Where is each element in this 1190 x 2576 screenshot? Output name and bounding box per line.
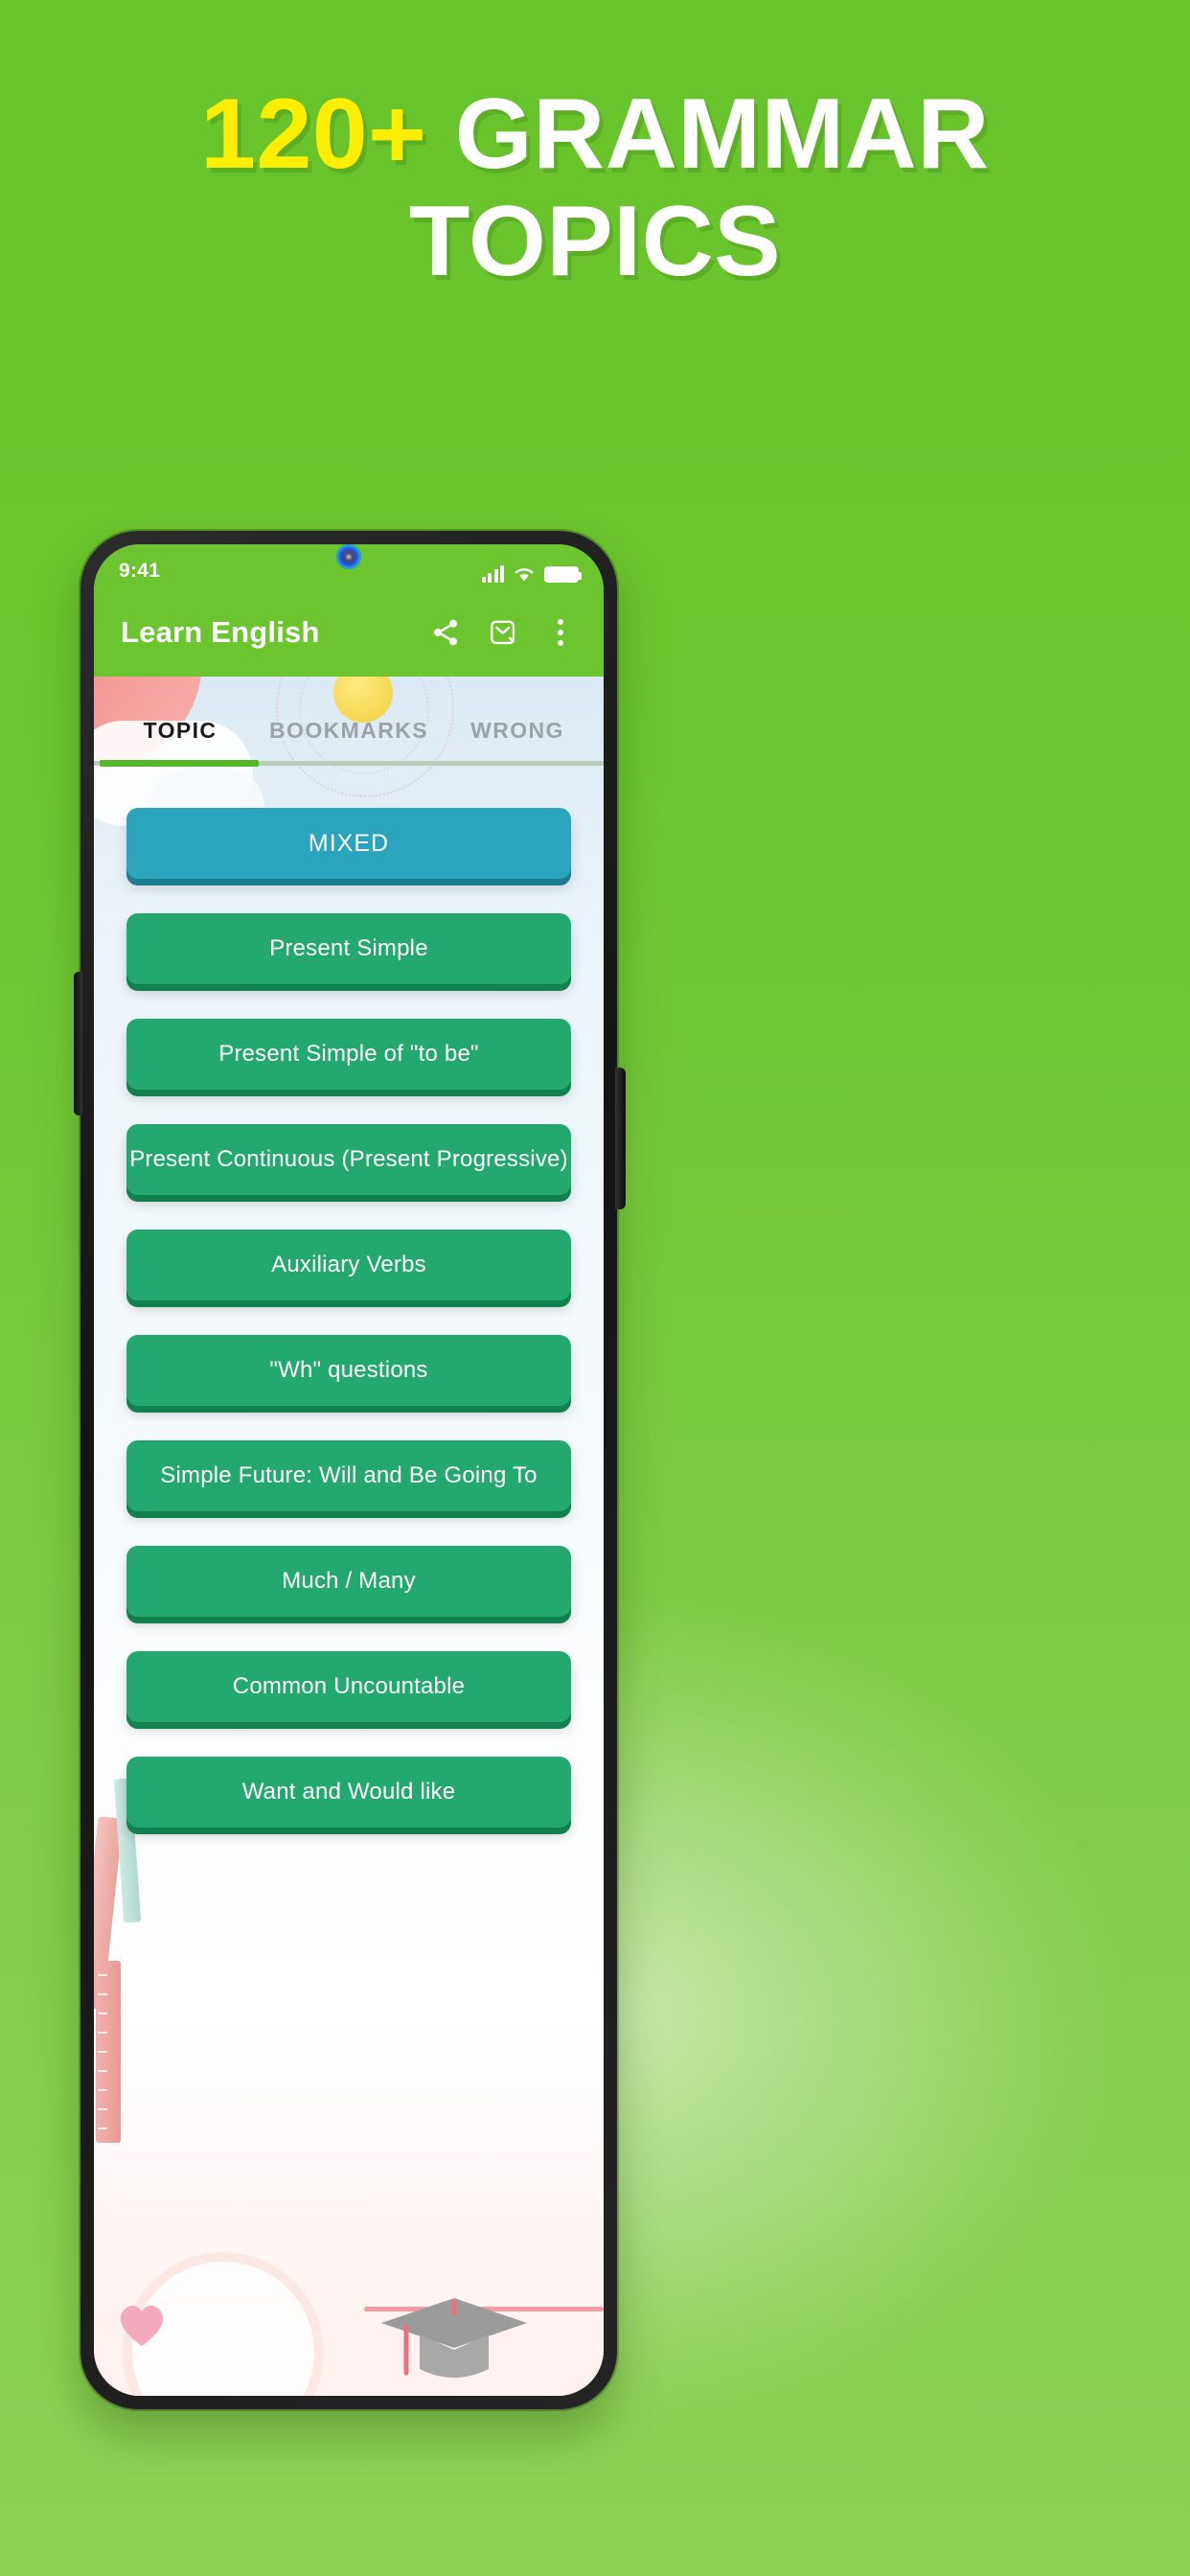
tab-topic[interactable]: TOPIC [96, 718, 264, 761]
app-title: Learn English [121, 615, 320, 649]
decorative-plate [123, 2252, 324, 2396]
tab-wrong[interactable]: WRONG [433, 718, 602, 761]
decorative-ruler [96, 1961, 121, 2143]
share-icon[interactable] [427, 614, 464, 651]
decorative-pencil-1 [94, 1816, 124, 2010]
topic-button[interactable]: Common Uncountable [126, 1651, 571, 1722]
topic-button[interactable]: Simple Future: Will and Be Going To [126, 1440, 571, 1511]
cellular-signal-icon [481, 565, 504, 583]
overflow-menu-icon[interactable] [542, 614, 579, 651]
app-bar: Learn English [94, 588, 604, 677]
headline-line-2: TOPICS [408, 186, 782, 297]
topic-button[interactable]: Auxiliary Verbs [126, 1230, 571, 1300]
battery-full-icon [544, 566, 582, 583]
topic-button[interactable]: Want and Would like [126, 1757, 571, 1828]
phone-volume-button[interactable] [74, 972, 82, 1116]
front-camera-icon [336, 544, 361, 569]
headline-line-1: 120+ GRAMMAR [23, 84, 1167, 184]
topic-button[interactable]: Present Continuous (Present Progressive) [126, 1124, 571, 1195]
promo-headline: 120+ GRAMMAR TOPICS [0, 84, 1190, 291]
topic-button[interactable]: "Wh" questions [126, 1335, 571, 1406]
decorative-graduation-cap-icon [378, 2294, 531, 2386]
topic-button[interactable]: Present Simple [126, 913, 571, 984]
app-content: TOPIC BOOKMARKS WRONG MIXED Present Simp… [94, 677, 604, 2396]
topic-button[interactable]: Much / Many [126, 1546, 571, 1617]
status-bar-icons [481, 565, 582, 583]
phone-screen: 9:41 Learn English TOPIC BOOKMARKS WRONG… [94, 544, 604, 2396]
tab-bookmarks[interactable]: BOOKMARKS [264, 718, 433, 761]
mail-check-icon[interactable] [485, 614, 521, 651]
decorative-heart-icon [115, 2298, 169, 2348]
topic-button-mixed[interactable]: MIXED [126, 808, 571, 879]
decorative-pink-line [364, 2307, 604, 2312]
headline-rest: GRAMMAR [454, 79, 990, 190]
status-bar-clock: 9:41 [119, 560, 161, 582]
topic-list: MIXED Present Simple Present Simple of "… [94, 766, 604, 1828]
headline-highlight: 120+ [200, 79, 427, 190]
phone-mockup: 9:41 Learn English TOPIC BOOKMARKS WRONG… [74, 531, 626, 2409]
topic-button[interactable]: Present Simple of "to be" [126, 1019, 571, 1090]
tab-bar: TOPIC BOOKMARKS WRONG [94, 677, 604, 761]
phone-power-button[interactable] [615, 1068, 626, 1209]
app-bar-actions [427, 614, 579, 651]
wifi-icon [514, 565, 535, 583]
